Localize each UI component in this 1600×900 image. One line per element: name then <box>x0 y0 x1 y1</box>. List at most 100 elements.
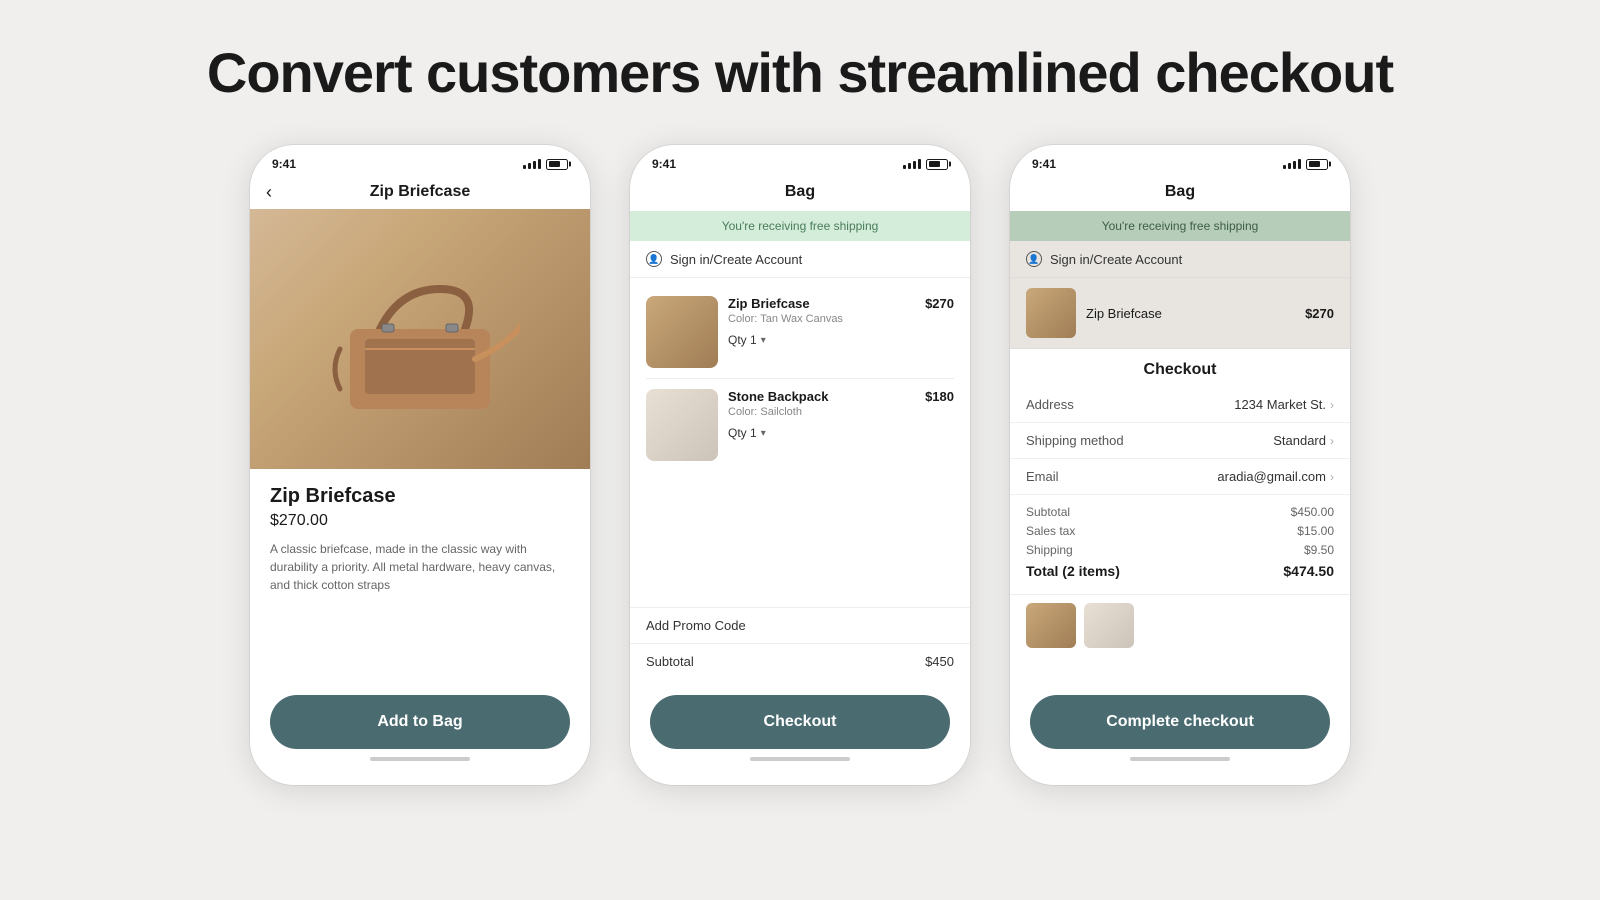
phone3-outer: 9:41 Bag You're receiving free shipping <box>1010 145 1350 785</box>
item-qty-1[interactable]: Qty 1 ▾ <box>728 333 915 347</box>
grand-total-value: $474.50 <box>1283 563 1334 579</box>
subtotal-line-value: $450.00 <box>1291 505 1334 519</box>
product-image-1 <box>250 209 590 469</box>
signal-3 <box>1283 159 1301 169</box>
phone1: 9:41 ‹ Zip Briefcase <box>250 145 590 785</box>
complete-checkout-button[interactable]: Complete checkout <box>1030 695 1330 749</box>
bag-header-3: Bag <box>1010 175 1350 211</box>
item-color-2: Color: Sailcloth <box>728 406 915 418</box>
user-icon-2: 👤 <box>646 251 662 267</box>
subtotal-value: $450 <box>925 654 954 669</box>
add-to-bag-button[interactable]: Add to Bag <box>270 695 570 749</box>
free-shipping-3: You're receiving free shipping <box>1010 211 1350 241</box>
totals-section: Subtotal $450.00 Sales tax $15.00 Shippi… <box>1010 495 1350 594</box>
phone3-item-name: Zip Briefcase <box>1086 306 1295 321</box>
item-info-1: Zip Briefcase Color: Tan Wax Canvas Qty … <box>728 296 915 347</box>
battery-2 <box>926 159 948 170</box>
free-shipping-2: You're receiving free shipping <box>630 211 970 241</box>
phone3-item-price: $270 <box>1305 306 1334 321</box>
nav-title-1: Zip Briefcase <box>370 183 470 201</box>
shipping-cost-value: $9.50 <box>1304 543 1334 557</box>
cart-item-2: Stone Backpack Color: Sailcloth Qty 1 ▾ … <box>646 379 954 471</box>
subtotal-row: Subtotal $450 <box>630 643 970 679</box>
email-chevron: › <box>1330 470 1334 484</box>
status-bar-1: 9:41 <box>250 145 590 175</box>
phone2-content: Bag You're receiving free shipping 👤 Sig… <box>630 175 970 785</box>
time-3: 9:41 <box>1032 157 1056 171</box>
address-row[interactable]: Address 1234 Market St. › <box>1010 387 1350 423</box>
item-name-1: Zip Briefcase <box>728 296 915 311</box>
item-name-2: Stone Backpack <box>728 389 915 404</box>
home-indicator-2 <box>750 757 850 761</box>
email-row[interactable]: Email aradia@gmail.com › <box>1010 459 1350 495</box>
address-value-wrapper: 1234 Market St. › <box>1234 397 1334 412</box>
tax-line: Sales tax $15.00 <box>1026 524 1334 538</box>
briefcase-thumb <box>646 296 718 368</box>
user-icon-3: 👤 <box>1026 251 1042 267</box>
item-price-1: $270 <box>925 296 954 311</box>
signal-2 <box>903 159 921 169</box>
tax-value: $15.00 <box>1297 524 1334 538</box>
address-label: Address <box>1026 397 1074 412</box>
shipping-cost-label: Shipping <box>1026 543 1073 557</box>
headline: Convert customers with streamlined check… <box>207 40 1393 105</box>
phone1-outer: 9:41 ‹ Zip Briefcase <box>250 145 590 785</box>
mini-thumb-backpack <box>1084 603 1134 648</box>
cart-item-1: Zip Briefcase Color: Tan Wax Canvas Qty … <box>646 286 954 379</box>
product-details: Zip Briefcase $270.00 A classic briefcas… <box>250 469 590 679</box>
tax-label: Sales tax <box>1026 524 1075 538</box>
status-bar-3: 9:41 <box>1010 145 1350 175</box>
shipping-row[interactable]: Shipping method Standard › <box>1010 423 1350 459</box>
home-indicator-3 <box>1130 757 1230 761</box>
item-preview-3: Zip Briefcase $270 <box>1010 278 1350 349</box>
qty-chevron-2: ▾ <box>761 428 766 439</box>
product-price: $270.00 <box>270 512 570 530</box>
status-right-3 <box>1283 159 1328 170</box>
email-value-wrapper: aradia@gmail.com › <box>1217 469 1334 484</box>
back-button-1[interactable]: ‹ <box>266 182 272 203</box>
status-bar-2: 9:41 <box>630 145 970 175</box>
checkout-button[interactable]: Checkout <box>650 695 950 749</box>
status-right-2 <box>903 159 948 170</box>
subtotal-label: Subtotal <box>646 654 694 669</box>
grand-total-line: Total (2 items) $474.50 <box>1026 563 1334 579</box>
checkout-section: Checkout Address 1234 Market St. › Shipp… <box>1010 349 1350 679</box>
subtotal-line: Subtotal $450.00 <box>1026 505 1334 519</box>
shipping-label: Shipping method <box>1026 433 1124 448</box>
product-desc: A classic briefcase, made in the classic… <box>270 540 570 594</box>
sign-in-2[interactable]: 👤 Sign in/Create Account <box>630 241 970 278</box>
item-info-2: Stone Backpack Color: Sailcloth Qty 1 ▾ <box>728 389 915 440</box>
time-1: 9:41 <box>272 157 296 171</box>
bottom-thumbs <box>1010 594 1350 656</box>
sign-in-label-3: Sign in/Create Account <box>1050 252 1182 267</box>
item-qty-2[interactable]: Qty 1 ▾ <box>728 426 915 440</box>
subtotal-line-label: Subtotal <box>1026 505 1070 519</box>
phone3-button-wrapper: Complete checkout <box>1010 679 1350 785</box>
signal-1 <box>523 159 541 169</box>
grand-total-label: Total (2 items) <box>1026 563 1120 579</box>
backpack-thumb <box>646 389 718 461</box>
phone3: 9:41 Bag You're receiving free shipping <box>1010 145 1350 785</box>
qty-chevron-1: ▾ <box>761 335 766 346</box>
phone1-content: ‹ Zip Briefcase <box>250 175 590 785</box>
phone2-outer: 9:41 Bag You're receiving free shipping <box>630 145 970 785</box>
time-2: 9:41 <box>652 157 676 171</box>
item-thumb-2 <box>646 389 718 461</box>
phone1-button-wrapper: Add to Bag <box>250 679 590 785</box>
checkout-title: Checkout <box>1010 349 1350 387</box>
item-color-1: Color: Tan Wax Canvas <box>728 313 915 325</box>
item-thumb-1 <box>646 296 718 368</box>
phones-row: 9:41 ‹ Zip Briefcase <box>80 145 1520 785</box>
shipping-value: Standard <box>1273 433 1326 448</box>
bag-svg <box>320 259 520 419</box>
bag-header-2: Bag <box>630 175 970 211</box>
item-price-2: $180 <box>925 389 954 404</box>
cart-items-2: Zip Briefcase Color: Tan Wax Canvas Qty … <box>630 278 970 607</box>
email-value: aradia@gmail.com <box>1217 469 1326 484</box>
home-indicator-1 <box>370 757 470 761</box>
battery-1 <box>546 159 568 170</box>
promo-row[interactable]: Add Promo Code <box>630 607 970 643</box>
mini-thumb-briefcase <box>1026 603 1076 648</box>
sign-in-3[interactable]: 👤 Sign in/Create Account <box>1010 241 1350 278</box>
shipping-value-wrapper: Standard › <box>1273 433 1334 448</box>
